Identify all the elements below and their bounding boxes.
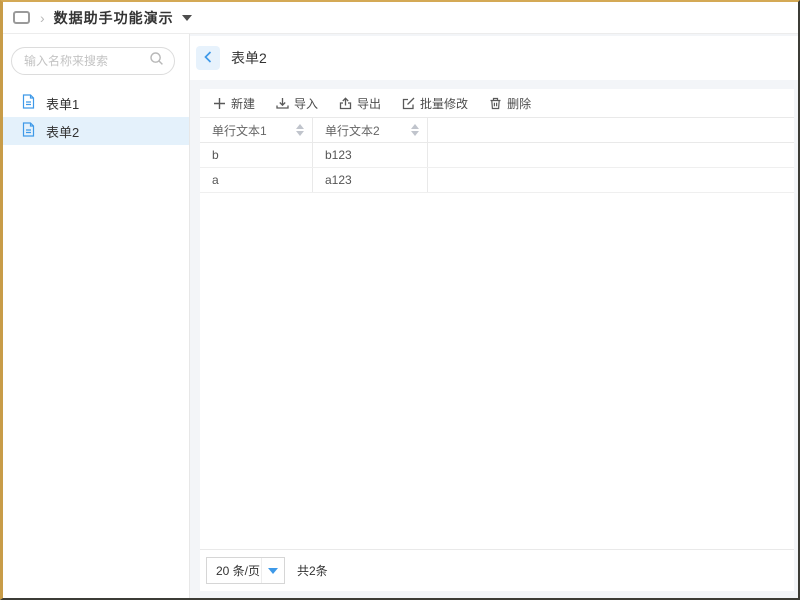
breadcrumb-chevron-icon: › — [40, 10, 45, 26]
column-label: 单行文本1 — [212, 122, 267, 139]
app-title-dropdown[interactable]: 数据助手功能演示 — [54, 8, 192, 28]
batch-edit-button[interactable]: 批量修改 — [402, 95, 468, 112]
data-table: 单行文本1 单行文本2 b b123 — [200, 117, 794, 193]
button-label: 导入 — [294, 95, 318, 112]
delete-button[interactable]: 删除 — [489, 95, 531, 112]
table-cell: a123 — [313, 168, 428, 192]
column-header: 单行文本2 — [313, 118, 428, 142]
empty-space — [200, 193, 794, 549]
search-icon — [149, 51, 164, 71]
table-cell — [428, 168, 794, 192]
sort-icon[interactable] — [296, 124, 304, 136]
sidebar-item-form2[interactable]: 表单2 — [3, 117, 189, 145]
content-panel: 新建 导入 — [200, 89, 794, 591]
import-button[interactable]: 导入 — [276, 95, 318, 112]
toolbar: 新建 导入 — [200, 89, 794, 117]
chevron-down-icon — [268, 568, 278, 574]
search-box — [11, 47, 175, 75]
export-icon — [339, 97, 352, 110]
pagination: 20 条/页 共2条 — [200, 549, 794, 591]
column-header: 单行文本1 — [200, 118, 313, 142]
button-label: 新建 — [231, 95, 255, 112]
sidebar-item-form1[interactable]: 表单1 — [3, 89, 189, 117]
trash-icon — [489, 97, 502, 110]
table-cell: b — [200, 143, 313, 167]
table-row[interactable]: b b123 — [200, 143, 794, 168]
main-header: 表单2 — [190, 36, 798, 80]
topbar: › 数据助手功能演示 — [3, 2, 798, 34]
new-button[interactable]: 新建 — [213, 95, 255, 112]
app-title: 数据助手功能演示 — [54, 8, 174, 28]
button-label: 批量修改 — [420, 95, 468, 112]
column-label: 单行文本2 — [325, 122, 380, 139]
search-input[interactable] — [24, 54, 149, 68]
table-header-row: 单行文本1 单行文本2 — [200, 117, 794, 143]
chevron-down-icon — [182, 15, 192, 21]
button-label: 导出 — [357, 95, 381, 112]
table-cell: b123 — [313, 143, 428, 167]
plus-icon — [213, 97, 226, 110]
main-area: 表单2 新建 — [190, 34, 798, 598]
select-caret-box — [261, 558, 284, 583]
table-cell — [428, 143, 794, 167]
page-size-value: 20 条/页 — [207, 562, 261, 579]
total-count: 共2条 — [297, 562, 328, 579]
edit-icon — [402, 97, 415, 110]
table-cell: a — [200, 168, 313, 192]
monitor-icon — [13, 11, 30, 24]
button-label: 删除 — [507, 95, 531, 112]
chevron-left-icon — [202, 50, 214, 67]
document-icon — [22, 122, 35, 140]
back-button[interactable] — [196, 46, 220, 70]
sidebar-item-label: 表单1 — [46, 94, 79, 113]
document-icon — [22, 94, 35, 112]
form-list: 表单1 表单2 — [3, 89, 189, 145]
column-header — [428, 118, 794, 142]
table-row[interactable]: a a123 — [200, 168, 794, 193]
page-title: 表单2 — [231, 48, 267, 68]
import-icon — [276, 97, 289, 110]
export-button[interactable]: 导出 — [339, 95, 381, 112]
sidebar: 表单1 表单2 — [3, 34, 190, 598]
sort-icon[interactable] — [411, 124, 419, 136]
window-frame: › 数据助手功能演示 — [0, 0, 800, 600]
sidebar-item-label: 表单2 — [46, 122, 79, 141]
page-size-select[interactable]: 20 条/页 — [206, 557, 285, 584]
